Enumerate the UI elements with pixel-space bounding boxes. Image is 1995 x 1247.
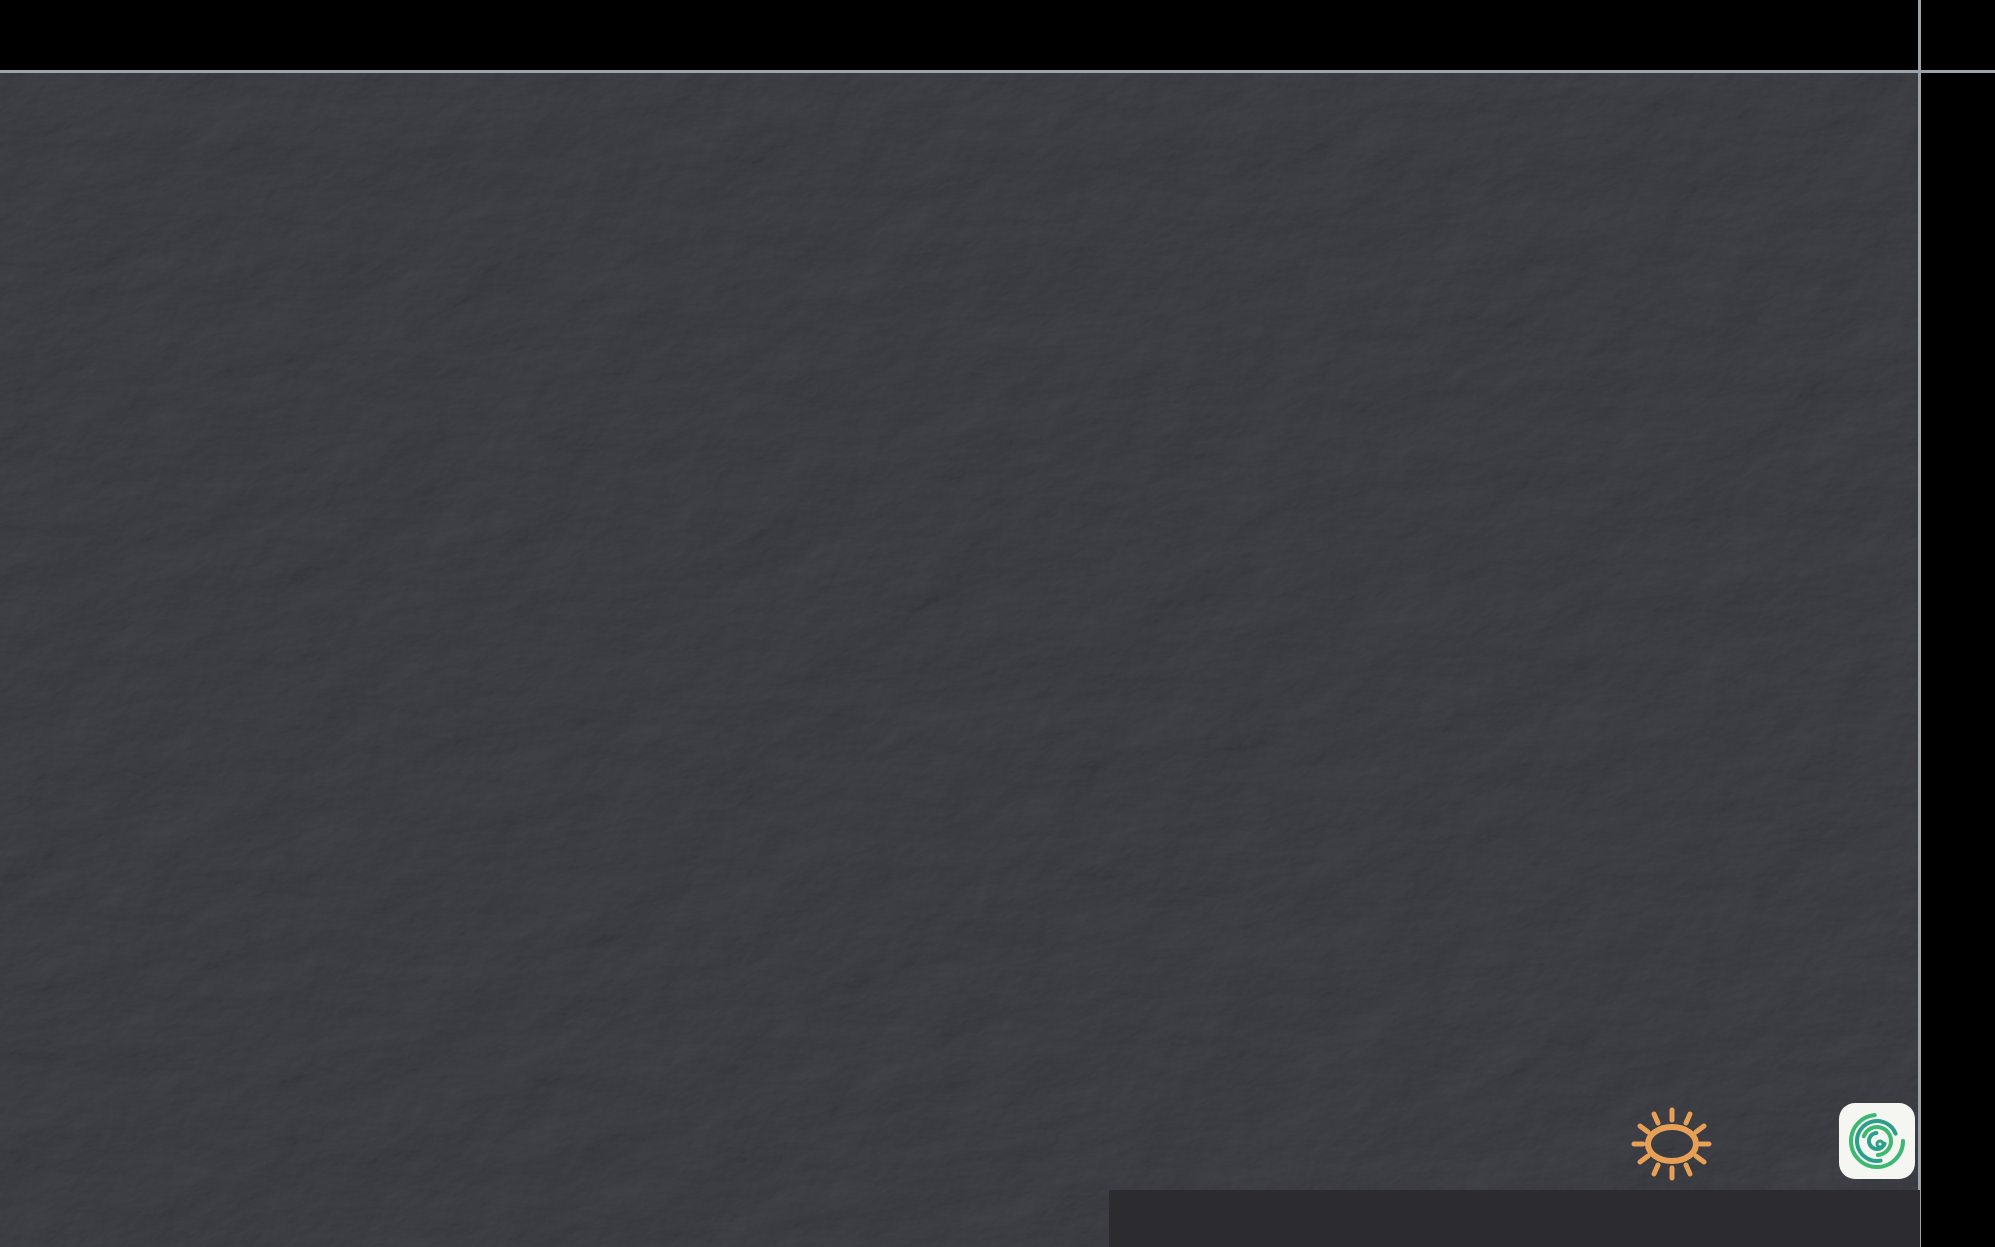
radar-app-window xyxy=(0,0,1995,1247)
horizontal-divider xyxy=(0,70,1995,73)
metnet-logo xyxy=(1628,1096,1920,1188)
axis-corner-box xyxy=(1921,0,1995,73)
vertical-divider xyxy=(1918,0,1921,1247)
terrain-tint xyxy=(0,73,1921,1247)
sun-icon xyxy=(1631,1107,1712,1181)
right-height-profile-strip xyxy=(1921,73,1995,1247)
dbz-color-legend xyxy=(1109,1190,1920,1247)
radar-map-canvas[interactable] xyxy=(0,0,1921,1247)
metnet-app-icon xyxy=(1839,1103,1915,1179)
map-header xyxy=(18,76,20,83)
